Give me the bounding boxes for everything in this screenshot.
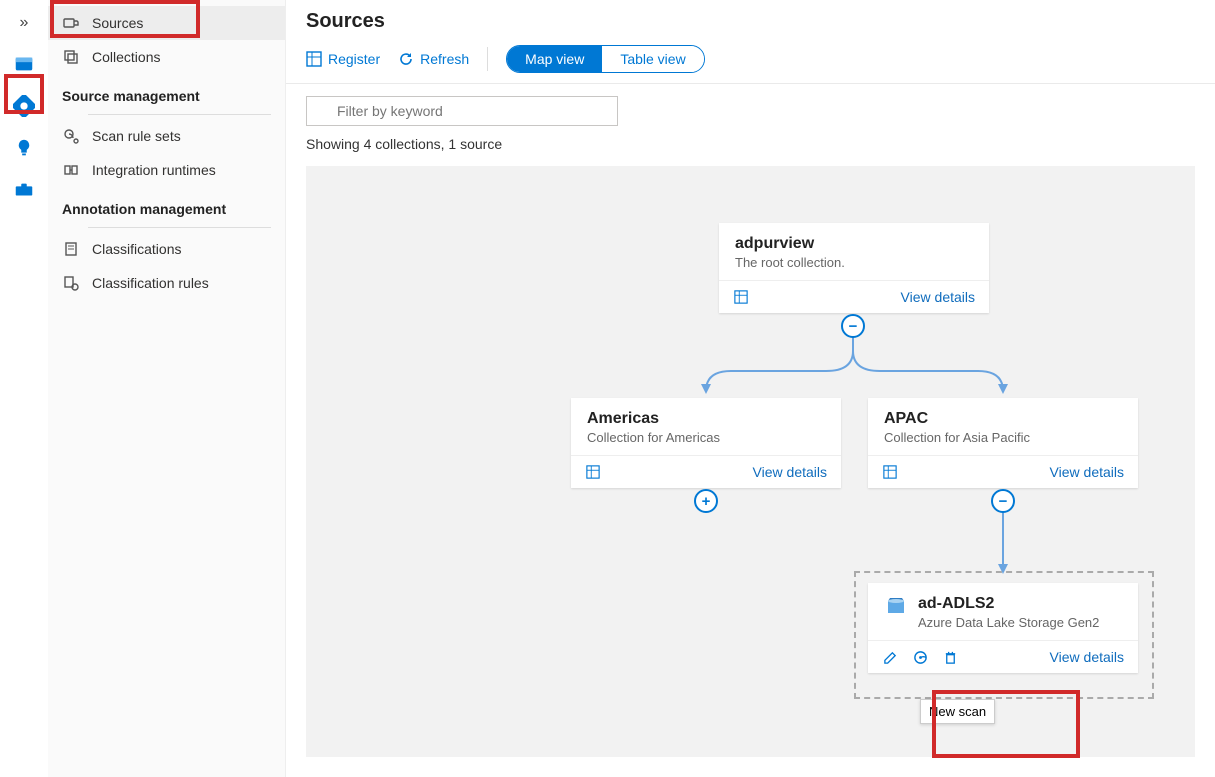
nav-item-label: Scan rule sets bbox=[92, 128, 181, 144]
grid-icon[interactable] bbox=[585, 464, 601, 480]
new-scan-icon[interactable] bbox=[912, 649, 928, 665]
toolbar: Register Refresh Map view Table view bbox=[286, 39, 1215, 84]
divider bbox=[88, 114, 271, 115]
card-subtitle: The root collection. bbox=[735, 255, 973, 270]
rail-management-icon[interactable] bbox=[8, 174, 40, 206]
nav-item-label: Classification rules bbox=[92, 275, 209, 291]
divider bbox=[88, 227, 271, 228]
nav-item-sources[interactable]: Sources bbox=[48, 6, 285, 40]
side-nav: Sources Collections Source management Sc… bbox=[48, 0, 286, 777]
classifications-icon bbox=[62, 240, 80, 258]
sources-icon bbox=[62, 14, 80, 32]
page-title: Sources bbox=[286, 0, 1215, 39]
delete-icon[interactable] bbox=[942, 649, 958, 665]
card-title: APAC bbox=[884, 410, 1122, 428]
filter-input[interactable] bbox=[306, 96, 618, 126]
nav-item-classification-rules[interactable]: Classification rules bbox=[48, 266, 285, 300]
integration-runtimes-icon bbox=[62, 161, 80, 179]
view-details-link[interactable]: View details bbox=[1050, 649, 1124, 665]
card-subtitle: Collection for Americas bbox=[587, 430, 825, 445]
collection-card-americas[interactable]: Americas Collection for Americas View de… bbox=[571, 398, 841, 488]
nav-item-label: Integration runtimes bbox=[92, 162, 216, 178]
card-title: ad-ADLS2 bbox=[918, 595, 1099, 613]
rail-data-catalog-icon[interactable] bbox=[8, 48, 40, 80]
collection-card-root[interactable]: adpurview The root collection. View deta… bbox=[719, 223, 989, 313]
card-title: Americas bbox=[587, 410, 825, 428]
rail-insights-icon[interactable] bbox=[8, 132, 40, 164]
tooltip-new-scan: New scan bbox=[920, 699, 995, 724]
nav-item-classifications[interactable]: Classifications bbox=[48, 232, 285, 266]
register-button[interactable]: Register bbox=[306, 51, 380, 67]
nav-section-source-mgmt: Source management bbox=[48, 74, 285, 110]
classification-rules-icon bbox=[62, 274, 80, 292]
card-subtitle: Collection for Asia Pacific bbox=[884, 430, 1122, 445]
collections-icon bbox=[62, 48, 80, 66]
grid-icon[interactable] bbox=[882, 464, 898, 480]
nav-item-integration-runtimes[interactable]: Integration runtimes bbox=[48, 153, 285, 187]
main: Sources Register Refresh Map view Table … bbox=[286, 0, 1215, 777]
collapse-toggle-icon[interactable]: − bbox=[991, 489, 1015, 513]
nav-item-scan-rule-sets[interactable]: Scan rule sets bbox=[48, 119, 285, 153]
separator bbox=[487, 47, 488, 71]
card-title: adpurview bbox=[735, 235, 973, 253]
storage-icon bbox=[884, 595, 908, 619]
map-canvas[interactable]: adpurview The root collection. View deta… bbox=[306, 166, 1195, 757]
expand-rail-icon[interactable]: » bbox=[20, 8, 29, 38]
card-subtitle: Azure Data Lake Storage Gen2 bbox=[918, 615, 1099, 630]
expand-toggle-icon[interactable]: + bbox=[694, 489, 718, 513]
refresh-icon bbox=[398, 51, 414, 67]
refresh-button[interactable]: Refresh bbox=[398, 51, 469, 67]
nav-item-label: Collections bbox=[92, 49, 160, 65]
nav-item-label: Classifications bbox=[92, 241, 181, 257]
nav-item-label: Sources bbox=[92, 15, 143, 31]
left-rail: » bbox=[0, 0, 48, 777]
edit-icon[interactable] bbox=[882, 649, 898, 665]
grid-icon[interactable] bbox=[733, 289, 749, 305]
nav-section-annotation-mgmt: Annotation management bbox=[48, 187, 285, 223]
register-icon bbox=[306, 51, 322, 67]
scan-rule-sets-icon bbox=[62, 127, 80, 145]
nav-item-collections[interactable]: Collections bbox=[48, 40, 285, 74]
view-details-link[interactable]: View details bbox=[753, 464, 827, 480]
table-view-toggle[interactable]: Table view bbox=[602, 46, 703, 72]
view-details-link[interactable]: View details bbox=[901, 289, 975, 305]
filter-row bbox=[286, 84, 1215, 132]
collapse-toggle-icon[interactable]: − bbox=[841, 314, 865, 338]
rail-data-map-icon[interactable] bbox=[8, 90, 40, 122]
view-toggle: Map view Table view bbox=[506, 45, 705, 73]
collection-card-apac[interactable]: APAC Collection for Asia Pacific View de… bbox=[868, 398, 1138, 488]
view-details-link[interactable]: View details bbox=[1050, 464, 1124, 480]
map-view-toggle[interactable]: Map view bbox=[507, 46, 602, 72]
result-count: Showing 4 collections, 1 source bbox=[286, 132, 1215, 158]
source-card-ad-adls2[interactable]: ad-ADLS2 Azure Data Lake Storage Gen2 Vi… bbox=[868, 583, 1138, 673]
